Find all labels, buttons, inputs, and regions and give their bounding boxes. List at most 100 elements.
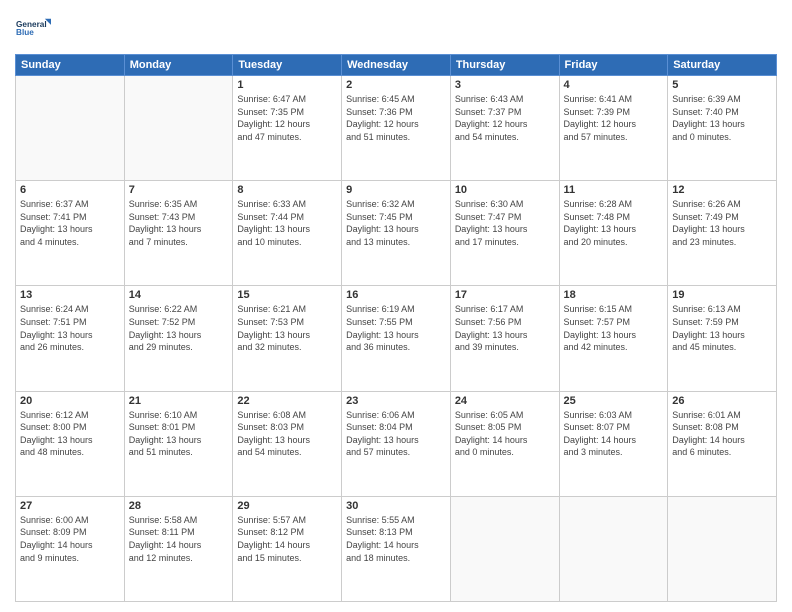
- day-info: Sunrise: 6:30 AM Sunset: 7:47 PM Dayligh…: [455, 198, 555, 248]
- day-number: 7: [129, 184, 229, 196]
- day-cell: 10Sunrise: 6:30 AM Sunset: 7:47 PM Dayli…: [450, 181, 559, 286]
- day-info: Sunrise: 6:39 AM Sunset: 7:40 PM Dayligh…: [672, 93, 772, 143]
- day-number: 24: [455, 395, 555, 407]
- day-number: 23: [346, 395, 446, 407]
- calendar-header-row: SundayMondayTuesdayWednesdayThursdayFrid…: [16, 55, 777, 76]
- day-number: 5: [672, 79, 772, 91]
- day-cell: 12 Sunrise: 6:26 AM Sunset: 7:49 PM Dayli…: [668, 181, 777, 286]
- day-info: Sunrise: 6:28 AM Sunset: 7:48 PM Dayligh…: [564, 198, 664, 248]
- day-cell: 26Sunrise: 6:01 AM Sunset: 8:08 PM Dayli…: [668, 391, 777, 496]
- day-cell: 7 Sunrise: 6:35 AM Sunset: 7:43 PM Daylig…: [124, 181, 233, 286]
- day-info: Sunrise: 6:21 AM Sunset: 7:53 PM Dayligh…: [237, 303, 337, 353]
- day-number: 6: [20, 184, 120, 196]
- day-cell: 3 Sunrise: 6:43 AM Sunset: 7:37 PM Daylig…: [450, 76, 559, 181]
- day-number: 28: [129, 500, 229, 512]
- logo: General Blue: [15, 10, 51, 46]
- day-cell: 9 Sunrise: 6:32 AM Sunset: 7:45 PM Daylig…: [342, 181, 451, 286]
- day-number: 25: [564, 395, 664, 407]
- day-cell: 22 Sunrise: 6:08 AM Sunset: 8:03 PM Dayli…: [233, 391, 342, 496]
- day-cell: 16Sunrise: 6:19 AM Sunset: 7:55 PM Dayli…: [342, 286, 451, 391]
- day-number: 22: [237, 395, 337, 407]
- day-cell: [668, 496, 777, 601]
- day-number: 21: [129, 395, 229, 407]
- day-number: 29: [237, 500, 337, 512]
- day-number: 18: [564, 289, 664, 301]
- day-info: Sunrise: 6:26 AM Sunset: 7:49 PM Dayligh…: [672, 198, 772, 248]
- day-number: 27: [20, 500, 120, 512]
- day-cell: 29 Sunrise: 5:57 AM Sunset: 8:12 PM Dayli…: [233, 496, 342, 601]
- day-info: Sunrise: 6:19 AM Sunset: 7:55 PM Dayligh…: [346, 303, 446, 353]
- day-info: Sunrise: 6:15 AM Sunset: 7:57 PM Dayligh…: [564, 303, 664, 353]
- day-info: Sunrise: 6:17 AM Sunset: 7:56 PM Dayligh…: [455, 303, 555, 353]
- day-cell: 8 Sunrise: 6:33 AM Sunset: 7:44 PM Daylig…: [233, 181, 342, 286]
- week-row-0: 1Sunrise: 6:47 AM Sunset: 7:35 PM Daylig…: [16, 76, 777, 181]
- day-number: 9: [346, 184, 446, 196]
- day-cell: 21 Sunrise: 6:10 AM Sunset: 8:01 PM Dayli…: [124, 391, 233, 496]
- day-cell: 18 Sunrise: 6:15 AM Sunset: 7:57 PM Dayli…: [559, 286, 668, 391]
- day-info: Sunrise: 6:22 AM Sunset: 7:52 PM Dayligh…: [129, 303, 229, 353]
- day-info: Sunrise: 6:08 AM Sunset: 8:03 PM Dayligh…: [237, 409, 337, 459]
- day-info: Sunrise: 5:57 AM Sunset: 8:12 PM Dayligh…: [237, 514, 337, 564]
- day-cell: [124, 76, 233, 181]
- col-header-monday: Monday: [124, 55, 233, 76]
- day-info: Sunrise: 6:05 AM Sunset: 8:05 PM Dayligh…: [455, 409, 555, 459]
- week-row-1: 6Sunrise: 6:37 AM Sunset: 7:41 PM Daylig…: [16, 181, 777, 286]
- svg-text:General: General: [16, 20, 47, 29]
- day-info: Sunrise: 6:24 AM Sunset: 7:51 PM Dayligh…: [20, 303, 120, 353]
- day-cell: 24 Sunrise: 6:05 AM Sunset: 8:05 PM Dayli…: [450, 391, 559, 496]
- day-cell: 27 Sunrise: 6:00 AM Sunset: 8:09 PM Dayli…: [16, 496, 125, 601]
- day-cell: 28Sunrise: 5:58 AM Sunset: 8:11 PM Dayli…: [124, 496, 233, 601]
- day-cell: 17Sunrise: 6:17 AM Sunset: 7:56 PM Dayli…: [450, 286, 559, 391]
- week-row-3: 20 Sunrise: 6:12 AM Sunset: 8:00 PM Dayli…: [16, 391, 777, 496]
- day-cell: 1Sunrise: 6:47 AM Sunset: 7:35 PM Daylig…: [233, 76, 342, 181]
- day-info: Sunrise: 6:33 AM Sunset: 7:44 PM Dayligh…: [237, 198, 337, 248]
- logo-svg: General Blue: [15, 10, 51, 46]
- day-cell: 14 Sunrise: 6:22 AM Sunset: 7:52 PM Dayli…: [124, 286, 233, 391]
- day-number: 14: [129, 289, 229, 301]
- day-info: Sunrise: 5:55 AM Sunset: 8:13 PM Dayligh…: [346, 514, 446, 564]
- day-number: 4: [564, 79, 664, 91]
- day-cell: 15 Sunrise: 6:21 AM Sunset: 7:53 PM Dayli…: [233, 286, 342, 391]
- day-info: Sunrise: 6:45 AM Sunset: 7:36 PM Dayligh…: [346, 93, 446, 143]
- calendar-table: SundayMondayTuesdayWednesdayThursdayFrid…: [15, 54, 777, 602]
- day-info: Sunrise: 6:03 AM Sunset: 8:07 PM Dayligh…: [564, 409, 664, 459]
- day-info: Sunrise: 6:32 AM Sunset: 7:45 PM Dayligh…: [346, 198, 446, 248]
- day-cell: [559, 496, 668, 601]
- day-cell: 20 Sunrise: 6:12 AM Sunset: 8:00 PM Dayli…: [16, 391, 125, 496]
- day-cell: 2 Sunrise: 6:45 AM Sunset: 7:36 PM Daylig…: [342, 76, 451, 181]
- day-cell: 25 Sunrise: 6:03 AM Sunset: 8:07 PM Dayli…: [559, 391, 668, 496]
- day-cell: 11 Sunrise: 6:28 AM Sunset: 7:48 PM Dayli…: [559, 181, 668, 286]
- week-row-2: 13 Sunrise: 6:24 AM Sunset: 7:51 PM Dayli…: [16, 286, 777, 391]
- day-cell: 6Sunrise: 6:37 AM Sunset: 7:41 PM Daylig…: [16, 181, 125, 286]
- day-cell: 30Sunrise: 5:55 AM Sunset: 8:13 PM Dayli…: [342, 496, 451, 601]
- day-number: 12: [672, 184, 772, 196]
- col-header-friday: Friday: [559, 55, 668, 76]
- day-number: 8: [237, 184, 337, 196]
- day-number: 20: [20, 395, 120, 407]
- day-number: 19: [672, 289, 772, 301]
- day-info: Sunrise: 6:00 AM Sunset: 8:09 PM Dayligh…: [20, 514, 120, 564]
- day-info: Sunrise: 6:43 AM Sunset: 7:37 PM Dayligh…: [455, 93, 555, 143]
- day-info: Sunrise: 6:35 AM Sunset: 7:43 PM Dayligh…: [129, 198, 229, 248]
- col-header-thursday: Thursday: [450, 55, 559, 76]
- day-cell: [16, 76, 125, 181]
- col-header-sunday: Sunday: [16, 55, 125, 76]
- col-header-wednesday: Wednesday: [342, 55, 451, 76]
- day-info: Sunrise: 6:41 AM Sunset: 7:39 PM Dayligh…: [564, 93, 664, 143]
- svg-text:Blue: Blue: [16, 28, 34, 37]
- day-number: 1: [237, 79, 337, 91]
- day-number: 11: [564, 184, 664, 196]
- day-info: Sunrise: 6:12 AM Sunset: 8:00 PM Dayligh…: [20, 409, 120, 459]
- day-number: 13: [20, 289, 120, 301]
- day-info: Sunrise: 6:06 AM Sunset: 8:04 PM Dayligh…: [346, 409, 446, 459]
- day-cell: 5 Sunrise: 6:39 AM Sunset: 7:40 PM Daylig…: [668, 76, 777, 181]
- day-number: 2: [346, 79, 446, 91]
- day-cell: 13 Sunrise: 6:24 AM Sunset: 7:51 PM Dayli…: [16, 286, 125, 391]
- day-cell: 23 Sunrise: 6:06 AM Sunset: 8:04 PM Dayli…: [342, 391, 451, 496]
- day-number: 3: [455, 79, 555, 91]
- col-header-tuesday: Tuesday: [233, 55, 342, 76]
- day-cell: 19Sunrise: 6:13 AM Sunset: 7:59 PM Dayli…: [668, 286, 777, 391]
- day-number: 15: [237, 289, 337, 301]
- day-info: Sunrise: 6:10 AM Sunset: 8:01 PM Dayligh…: [129, 409, 229, 459]
- header: General Blue: [15, 10, 777, 46]
